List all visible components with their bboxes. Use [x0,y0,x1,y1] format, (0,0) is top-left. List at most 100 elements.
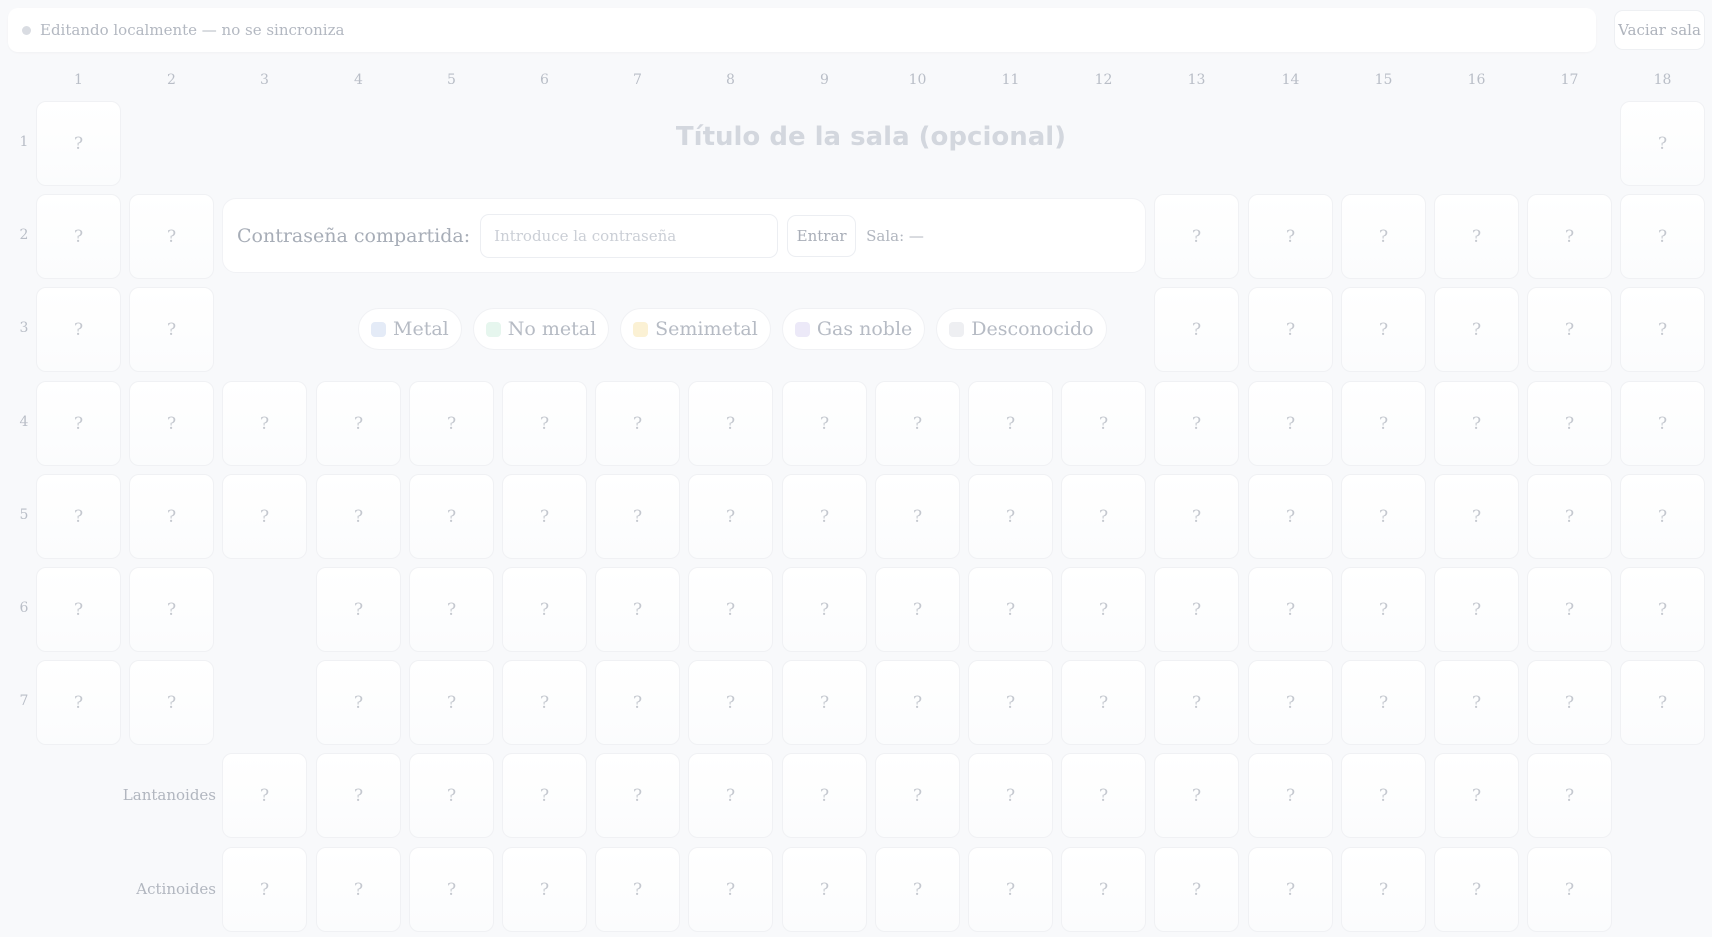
element-cell[interactable]: ? [1248,194,1333,279]
element-cell[interactable]: ? [409,567,494,652]
element-cell[interactable]: ? [595,660,680,745]
element-cell[interactable]: ? [875,753,960,838]
element-cell[interactable]: ? [502,660,587,745]
element-cell[interactable]: ? [968,753,1053,838]
element-cell[interactable]: ? [688,474,773,559]
element-cell[interactable]: ? [409,660,494,745]
element-cell[interactable]: ? [36,474,121,559]
element-cell[interactable]: ? [1061,474,1146,559]
element-cell[interactable]: ? [782,753,867,838]
legend-item-noble-gas[interactable]: Gas noble [781,308,926,350]
element-cell[interactable]: ? [1434,660,1519,745]
element-cell[interactable]: ? [688,847,773,932]
element-cell[interactable]: ? [316,753,401,838]
element-cell[interactable]: ? [1527,381,1612,466]
element-cell[interactable]: ? [1248,660,1333,745]
element-cell[interactable]: ? [875,567,960,652]
element-cell[interactable]: ? [782,567,867,652]
element-cell[interactable]: ? [1248,287,1333,372]
element-cell[interactable]: ? [968,567,1053,652]
element-cell[interactable]: ? [1527,660,1612,745]
element-cell[interactable]: ? [1434,753,1519,838]
element-cell[interactable]: ? [875,660,960,745]
element-cell[interactable]: ? [1434,194,1519,279]
element-cell[interactable]: ? [1248,847,1333,932]
element-cell[interactable]: ? [1527,194,1612,279]
element-cell[interactable]: ? [1154,567,1239,652]
element-cell[interactable]: ? [1154,194,1239,279]
element-cell[interactable]: ? [36,567,121,652]
element-cell[interactable]: ? [1434,381,1519,466]
element-cell[interactable]: ? [316,847,401,932]
element-cell[interactable]: ? [36,660,121,745]
element-cell[interactable]: ? [502,474,587,559]
enter-button[interactable]: Entrar [787,214,857,257]
element-cell[interactable]: ? [688,567,773,652]
element-cell[interactable]: ? [129,660,214,745]
element-cell[interactable]: ? [1434,567,1519,652]
element-cell[interactable]: ? [1248,474,1333,559]
element-cell[interactable]: ? [595,381,680,466]
element-cell[interactable]: ? [1154,753,1239,838]
element-cell[interactable]: ? [1341,287,1426,372]
element-cell[interactable]: ? [782,847,867,932]
element-cell[interactable]: ? [875,847,960,932]
element-cell[interactable]: ? [595,753,680,838]
element-cell[interactable]: ? [1434,287,1519,372]
element-cell[interactable]: ? [1527,567,1612,652]
element-cell[interactable]: ? [222,753,307,838]
element-cell[interactable]: ? [1434,847,1519,932]
element-cell[interactable]: ? [688,753,773,838]
element-cell[interactable]: ? [1061,567,1146,652]
element-cell[interactable]: ? [782,660,867,745]
legend-item-metalloid[interactable]: Semimetal [620,308,771,350]
element-cell[interactable]: ? [1341,753,1426,838]
element-cell[interactable]: ? [1620,474,1705,559]
element-cell[interactable]: ? [36,101,121,186]
element-cell[interactable]: ? [875,381,960,466]
element-cell[interactable]: ? [688,660,773,745]
element-cell[interactable]: ? [502,753,587,838]
element-cell[interactable]: ? [688,381,773,466]
element-cell[interactable]: ? [36,381,121,466]
element-cell[interactable]: ? [1620,660,1705,745]
element-cell[interactable]: ? [129,474,214,559]
element-cell[interactable]: ? [1527,287,1612,372]
element-cell[interactable]: ? [1061,753,1146,838]
element-cell[interactable]: ? [1620,194,1705,279]
element-cell[interactable]: ? [316,567,401,652]
room-title[interactable]: Título de la sala (opcional) [208,122,1534,152]
element-cell[interactable]: ? [129,194,214,279]
element-cell[interactable]: ? [409,381,494,466]
clear-room-button[interactable]: Vaciar sala [1614,10,1705,50]
element-cell[interactable]: ? [409,753,494,838]
element-cell[interactable]: ? [409,474,494,559]
element-cell[interactable]: ? [1154,847,1239,932]
element-cell[interactable]: ? [968,847,1053,932]
element-cell[interactable]: ? [129,287,214,372]
element-cell[interactable]: ? [502,847,587,932]
element-cell[interactable]: ? [1248,381,1333,466]
element-cell[interactable]: ? [1248,753,1333,838]
element-cell[interactable]: ? [1434,474,1519,559]
element-cell[interactable]: ? [1527,474,1612,559]
element-cell[interactable]: ? [222,381,307,466]
element-cell[interactable]: ? [409,847,494,932]
element-cell[interactable]: ? [1154,287,1239,372]
element-cell[interactable]: ? [1061,381,1146,466]
element-cell[interactable]: ? [595,567,680,652]
element-cell[interactable]: ? [1620,287,1705,372]
element-cell[interactable]: ? [222,847,307,932]
element-cell[interactable]: ? [782,381,867,466]
element-cell[interactable]: ? [875,474,960,559]
element-cell[interactable]: ? [968,660,1053,745]
element-cell[interactable]: ? [1154,660,1239,745]
element-cell[interactable]: ? [129,567,214,652]
element-cell[interactable]: ? [36,287,121,372]
element-cell[interactable]: ? [782,474,867,559]
element-cell[interactable]: ? [968,381,1053,466]
element-cell[interactable]: ? [316,474,401,559]
element-cell[interactable]: ? [1341,381,1426,466]
element-cell[interactable]: ? [316,381,401,466]
element-cell[interactable]: ? [1620,567,1705,652]
